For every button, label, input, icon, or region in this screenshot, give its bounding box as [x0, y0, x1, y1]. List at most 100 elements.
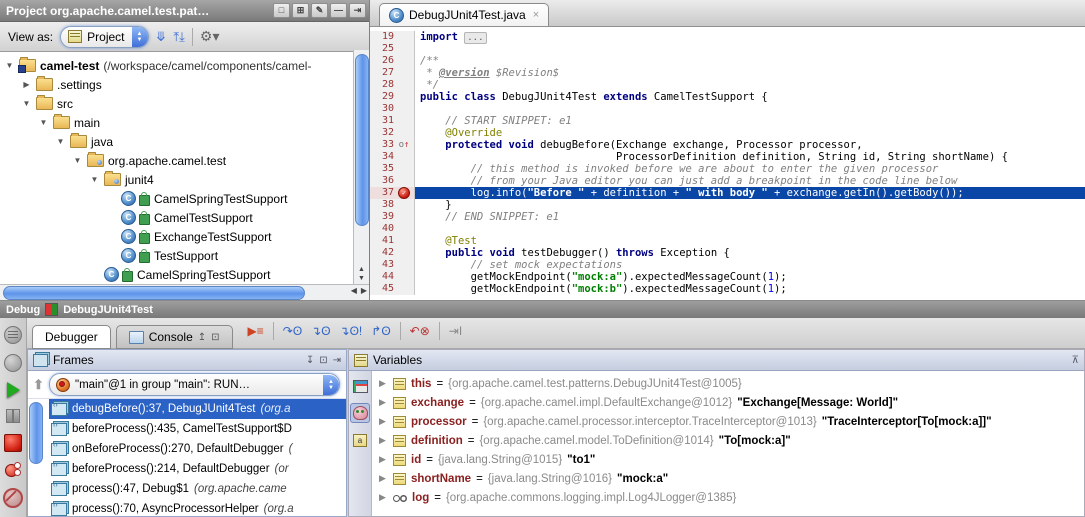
tree-item-camelspringtestsupport[interactable]: CCamelSpringTestSupport: [0, 265, 369, 284]
variable-row-id[interactable]: ▶id = {java.lang.String@1015}"to1": [371, 450, 1084, 469]
code-line-32[interactable]: 32 @Override: [370, 127, 1085, 139]
tree-item-main[interactable]: ▼main: [0, 113, 369, 132]
evaluate-expression-icon[interactable]: [351, 377, 369, 395]
variable-row-exchange[interactable]: ▶exchange = {org.apache.camel.impl.Defau…: [371, 393, 1084, 412]
code-line-37[interactable]: 37✓ log.info("Before " + definition + " …: [370, 187, 1085, 199]
code-line-43[interactable]: 43 // set mock expectations: [370, 259, 1085, 271]
tree-toggle-icon[interactable]: ▼: [72, 156, 83, 165]
editor-gutter[interactable]: 40: [370, 223, 415, 235]
combo-stepper-icon[interactable]: ▲▼: [132, 27, 148, 47]
code-line-31[interactable]: 31 // START SNIPPET: e1: [370, 115, 1085, 127]
restore-icon[interactable]: ↧: [306, 355, 314, 366]
stop-icon[interactable]: [4, 434, 22, 452]
expand-arrow-icon[interactable]: ▶: [379, 454, 388, 465]
tree-toggle-icon[interactable]: ▼: [55, 137, 66, 146]
code-line-45[interactable]: 45 getMockEndpoint("mock:b").expectedMes…: [370, 283, 1085, 295]
pause-icon[interactable]: [5, 408, 21, 424]
editor-gutter[interactable]: 19: [370, 31, 415, 43]
tree-toggle-icon[interactable]: ▼: [89, 175, 100, 184]
mute-breakpoints-icon[interactable]: [3, 488, 23, 508]
editor-gutter[interactable]: 34: [370, 151, 415, 163]
gutter-icon-slot[interactable]: ✓: [394, 187, 414, 199]
sort-icon[interactable]: a: [351, 431, 369, 449]
code-line-42[interactable]: 42 public void testDebugger() throws Exc…: [370, 247, 1085, 259]
hide-button[interactable]: ⇥: [349, 3, 366, 18]
stack-frame-row[interactable]: debugBefore():37, DebugJUnit4Test (org.a: [49, 399, 346, 419]
editor-gutter[interactable]: 35: [370, 163, 415, 175]
editor-gutter[interactable]: 32: [370, 127, 415, 139]
tree-item-cameltestsupport[interactable]: CCamelTestSupport: [0, 208, 369, 227]
editor-gutter[interactable]: 33o↑: [370, 139, 415, 151]
editor-gutter[interactable]: 41: [370, 235, 415, 247]
tree-item-junit4[interactable]: ▼junit4: [0, 170, 369, 189]
tree-toggle-icon[interactable]: ▼: [21, 99, 32, 108]
expand-arrow-icon[interactable]: ▶: [379, 473, 388, 484]
code-line-19[interactable]: 19import ...: [370, 31, 1085, 43]
scrollbar-thumb[interactable]: [3, 286, 305, 300]
editor-gutter[interactable]: 27: [370, 67, 415, 79]
editor-gutter[interactable]: 29: [370, 91, 415, 103]
stack-frame-row[interactable]: process():70, AsyncProcessorHelper (org.…: [49, 499, 346, 517]
editor-gutter[interactable]: 26: [370, 55, 415, 67]
tree-item-exchangetestsupport[interactable]: CExchangeTestSupport: [0, 227, 369, 246]
step-over-icon[interactable]: ↷ʘ: [283, 324, 302, 338]
frame-up-icon[interactable]: ⬆: [33, 377, 44, 393]
step-into-icon[interactable]: ↴ʘ: [311, 324, 330, 338]
run-to-cursor-icon[interactable]: ⇥I: [449, 324, 462, 338]
code-line-40[interactable]: 40: [370, 223, 1085, 235]
frames-scrollbar-thumb[interactable]: [29, 402, 43, 464]
code-line-38[interactable]: 38 }: [370, 199, 1085, 211]
editor-gutter[interactable]: 25: [370, 43, 415, 55]
project-horizontal-scrollbar[interactable]: ◀▶: [0, 284, 369, 300]
float-icon[interactable]: ⊡: [319, 355, 327, 366]
drop-frame-icon[interactable]: ↶⊗: [410, 324, 430, 338]
editor-gutter[interactable]: 36: [370, 175, 415, 187]
editor-gutter[interactable]: 43: [370, 259, 415, 271]
settings-gear-button[interactable]: ⚙▾: [200, 30, 220, 43]
stack-frame-row[interactable]: beforeProcess():214, DefaultDebugger (or: [49, 459, 346, 479]
float-button[interactable]: □: [273, 3, 290, 18]
scroll-to-source-button[interactable]: ⤋: [156, 30, 167, 43]
variable-row-processor[interactable]: ▶processor = {org.apache.camel.processor…: [371, 412, 1084, 431]
tree-toggle-icon[interactable]: ▼: [38, 118, 49, 127]
step-out-icon[interactable]: ↱ʘ: [371, 324, 390, 338]
stack-frame-row[interactable]: beforeProcess():435, CamelTestSupport$D: [49, 419, 346, 439]
variable-row-definition[interactable]: ▶definition = {org.apache.camel.model.To…: [371, 431, 1084, 450]
code-line-30[interactable]: 30: [370, 103, 1085, 115]
editor-tab[interactable]: C DebugJUnit4Test.java ×: [379, 3, 549, 26]
combo-stepper-icon[interactable]: ▲▼: [323, 375, 339, 395]
scrollbar-arrows[interactable]: ▲▼: [354, 265, 369, 283]
expand-arrow-icon[interactable]: ▶: [379, 416, 388, 427]
code-line-29[interactable]: 29public class DebugJUnit4Test extends C…: [370, 91, 1085, 103]
view-breakpoints-icon[interactable]: [5, 462, 21, 478]
expand-arrow-icon[interactable]: ▶: [379, 378, 388, 389]
code-line-36[interactable]: 36 // from your Java editor you can just…: [370, 175, 1085, 187]
code-line-26[interactable]: 26/**: [370, 55, 1085, 67]
editor-gutter[interactable]: 31: [370, 115, 415, 127]
code-line-28[interactable]: 28 */: [370, 79, 1085, 91]
watches-icon[interactable]: [350, 403, 370, 423]
force-step-into-icon[interactable]: ↴ʘ!: [340, 324, 363, 338]
scrollbar-arrows[interactable]: ◀▶: [351, 286, 367, 295]
tab-debugger[interactable]: Debugger: [32, 325, 111, 349]
code-line-27[interactable]: 27 * @version $Revision$: [370, 67, 1085, 79]
collapse-all-button[interactable]: ⤒⤓: [173, 30, 185, 43]
code-line-39[interactable]: 39 // END SNIPPET: e1: [370, 211, 1085, 223]
expand-arrow-icon[interactable]: ▶: [379, 435, 388, 446]
tree-item-camel-test[interactable]: ▼camel-test (/workspace/camel/components…: [0, 56, 369, 75]
attach-icon[interactable]: [4, 354, 22, 372]
rerun-icon[interactable]: [4, 326, 22, 344]
editor-gutter[interactable]: 30: [370, 103, 415, 115]
code-line-25[interactable]: 25: [370, 43, 1085, 55]
thread-selector[interactable]: "main"@1 in group "main": RUN… ▲▼: [49, 373, 340, 396]
tree-toggle-icon[interactable]: ▶: [21, 80, 32, 89]
tab-console[interactable]: Console ↥ ⊡: [116, 325, 233, 349]
close-tab-icon[interactable]: ×: [533, 9, 539, 21]
variable-row-this[interactable]: ▶this = {org.apache.camel.test.patterns.…: [371, 374, 1084, 393]
scrollbar-thumb[interactable]: [355, 54, 369, 226]
view-as-select[interactable]: Project ▲▼: [60, 26, 148, 48]
override-marker-icon[interactable]: o↑: [399, 141, 410, 150]
editor-gutter[interactable]: 37✓: [370, 187, 415, 199]
editor-gutter[interactable]: 28: [370, 79, 415, 91]
code-line-41[interactable]: 41 @Test: [370, 235, 1085, 247]
